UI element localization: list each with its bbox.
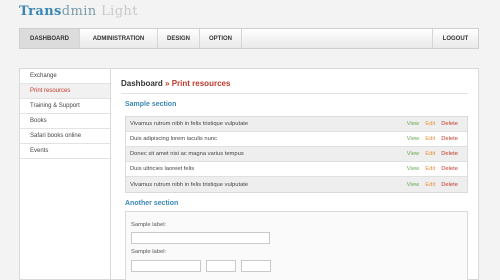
logout-button[interactable]: LOGOUT — [432, 29, 478, 48]
app-logo: Transdmin Light — [19, 4, 138, 19]
row-text: Vivamus rutrum nibh in felis tristique v… — [130, 181, 249, 188]
breadcrumb: Dashboard » Print resources — [121, 79, 230, 88]
logo-part-2: dmin — [61, 4, 97, 19]
edit-link[interactable]: Edit — [425, 151, 435, 157]
sidebar-item-safari-books-online[interactable]: Safari books online — [20, 129, 110, 144]
nav-administration[interactable]: ADMINISTRATION — [80, 29, 158, 48]
delete-link[interactable]: Delete — [441, 182, 458, 188]
view-link[interactable]: View — [407, 182, 419, 188]
sample-input-2[interactable] — [131, 260, 201, 272]
row-text: Donec sit amet nisi ac magna varius temp… — [130, 151, 244, 157]
table-row: Vivamus rutrum nibh in felis tristique v… — [126, 117, 467, 132]
breadcrumb-root[interactable]: Dashboard — [121, 79, 163, 88]
row-text: Vivamus rutrum nibh in felis tristique v… — [130, 121, 249, 127]
nav-dashboard[interactable]: DASHBOARD — [20, 29, 80, 48]
form-label-2: Sample label: — [131, 249, 167, 255]
nav-design[interactable]: DESIGN — [158, 29, 200, 48]
breadcrumb-current: Print resources — [171, 79, 231, 88]
delete-link[interactable]: Delete — [441, 166, 458, 172]
nav-option[interactable]: OPTION — [200, 29, 242, 48]
sidebar-item-exchange[interactable]: Exchange — [20, 69, 110, 84]
sample-form: Sample label: Sample label: — [125, 211, 468, 280]
breadcrumb-separator: » — [165, 79, 170, 88]
form-label-1: Sample label: — [131, 222, 167, 228]
edit-link[interactable]: Edit — [425, 166, 435, 172]
breadcrumb-divider — [121, 93, 468, 94]
logo-part-1: Trans — [19, 4, 62, 19]
table-row: Duis adipiscing lorem iaculis nunc View … — [126, 132, 467, 147]
logo-part-3: Light — [101, 4, 138, 19]
edit-link[interactable]: Edit — [425, 136, 435, 142]
row-text: Duis ultricies laoreet felis — [130, 166, 195, 172]
view-link[interactable]: View — [407, 136, 419, 142]
main-content: Dashboard » Print resources Sample secti… — [110, 68, 479, 280]
sample-input-1[interactable] — [131, 232, 270, 244]
row-text: Duis adipiscing lorem iaculis nunc — [130, 136, 217, 142]
edit-link[interactable]: Edit — [425, 121, 435, 127]
delete-link[interactable]: Delete — [441, 136, 458, 142]
sidebar-item-events[interactable]: Events — [20, 144, 110, 159]
delete-link[interactable]: Delete — [441, 151, 458, 157]
top-navigation: DASHBOARD ADMINISTRATION DESIGN OPTION L… — [19, 28, 479, 49]
view-link[interactable]: View — [407, 121, 419, 127]
view-link[interactable]: View — [407, 166, 419, 172]
sidebar: Exchange Print resources Training & Supp… — [19, 68, 110, 280]
sidebar-item-training-support[interactable]: Training & Support — [20, 99, 110, 114]
table-row: Duis ultricies laoreet felis View Edit D… — [126, 162, 467, 177]
sidebar-item-print-resources[interactable]: Print resources — [20, 84, 110, 99]
table-row: Donec sit amet nisi ac magna varius temp… — [126, 147, 467, 162]
sample-input-3[interactable] — [206, 260, 236, 272]
sample-section-title: Sample section — [125, 101, 177, 108]
sample-input-4[interactable] — [241, 260, 271, 272]
view-link[interactable]: View — [407, 151, 419, 157]
sidebar-item-books[interactable]: Books — [20, 114, 110, 129]
sample-table: Vivamus rutrum nibh in felis tristique v… — [125, 116, 468, 193]
another-section-title: Another section — [125, 200, 179, 207]
table-row: Vivamus rutrum nibh in felis tristique v… — [126, 177, 467, 192]
delete-link[interactable]: Delete — [441, 121, 458, 127]
edit-link[interactable]: Edit — [425, 182, 435, 188]
